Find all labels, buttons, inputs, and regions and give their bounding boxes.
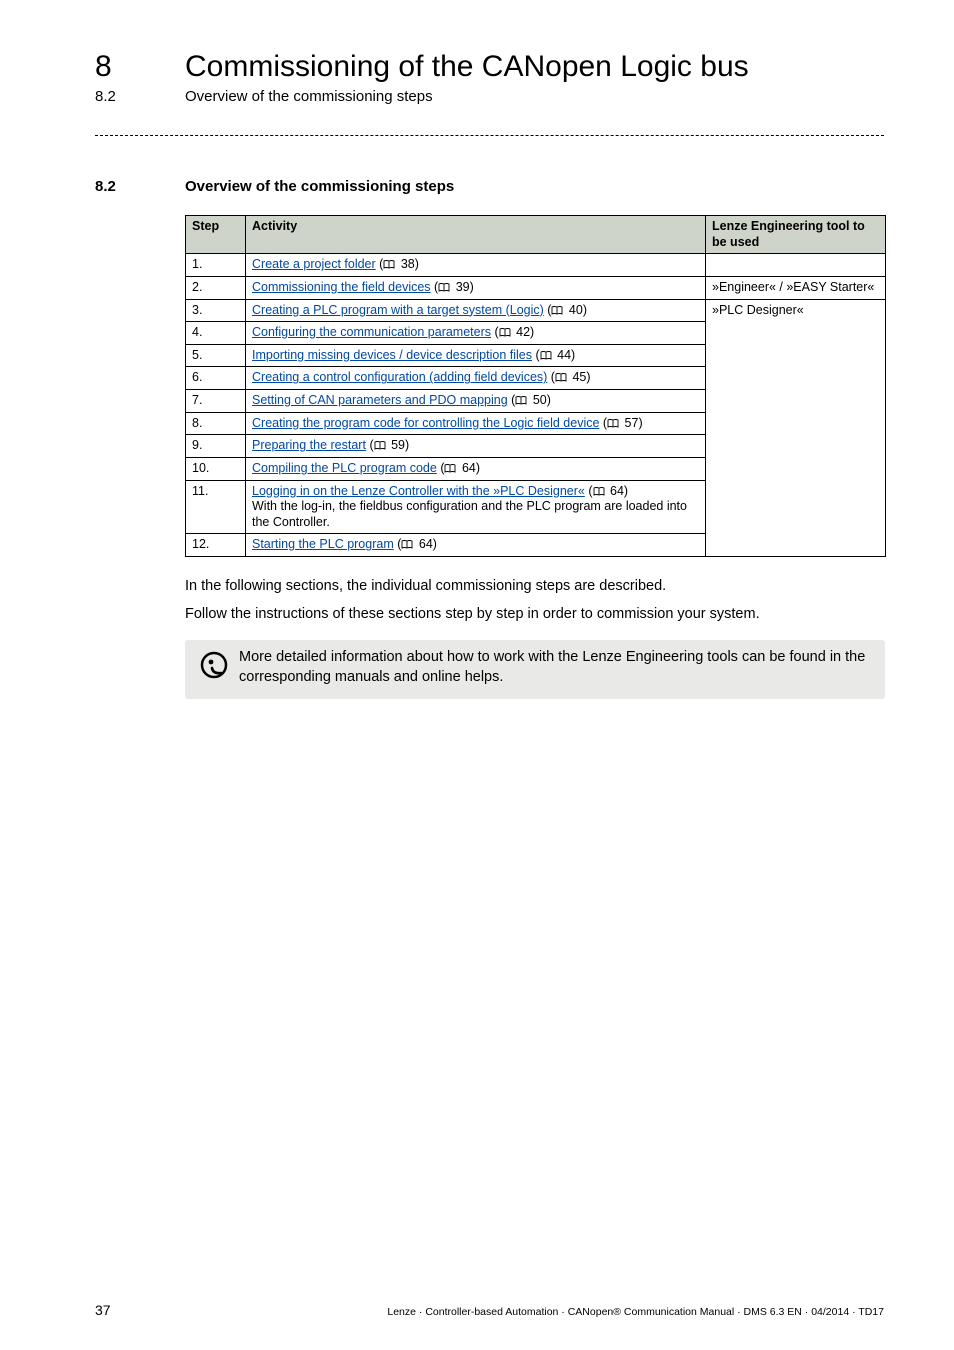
cell-activity: Importing missing devices / device descr…: [246, 344, 706, 367]
activity-link[interactable]: Create a project folder: [252, 257, 376, 271]
book-icon: [383, 260, 395, 270]
tip-box: More detailed information about how to w…: [185, 640, 885, 699]
page-ref: ( 50): [511, 393, 551, 407]
book-icon: [515, 396, 527, 406]
cell-step: 9.: [186, 435, 246, 458]
cell-activity: Commissioning the field devices ( 39): [246, 276, 706, 299]
cell-step: 4.: [186, 322, 246, 345]
page-footer: 37 Lenze · Controller-based Automation ·…: [95, 1302, 884, 1318]
th-step: Step: [186, 216, 246, 254]
cell-tool: [706, 254, 886, 277]
sub-number: 8.2: [95, 88, 185, 105]
cell-activity: Compiling the PLC program code ( 64): [246, 457, 706, 480]
page-ref: ( 64): [440, 461, 480, 475]
cell-step: 12.: [186, 534, 246, 557]
table-header-row: Step Activity Lenze Engineering tool to …: [186, 216, 886, 254]
activity-link[interactable]: Creating the program code for controllin…: [252, 416, 599, 430]
book-icon: [401, 540, 413, 550]
page-ref: ( 57): [603, 416, 643, 430]
page-ref: ( 64): [588, 484, 628, 498]
book-icon: [438, 283, 450, 293]
section-number: 8.2: [95, 178, 185, 195]
chapter-title: Commissioning of the CANopen Logic bus: [185, 50, 749, 84]
table-row: 2.Commissioning the field devices ( 39)»…: [186, 276, 886, 299]
activity-link[interactable]: Starting the PLC program: [252, 537, 394, 551]
table-row: 3. Creating a PLC program with a target s…: [186, 299, 886, 322]
activity-link[interactable]: Creating a PLC program with a target sys…: [252, 303, 544, 317]
book-icon: [551, 306, 563, 316]
section-title: Overview of the commissioning steps: [185, 178, 454, 195]
cell-activity: Setting of CAN parameters and PDO mappin…: [246, 390, 706, 413]
book-icon: [555, 373, 567, 383]
page-ref: ( 40): [547, 303, 587, 317]
cell-step: 5.: [186, 344, 246, 367]
page-ref: ( 44): [535, 348, 575, 362]
tip-icon: [199, 648, 239, 687]
book-icon: [374, 441, 386, 451]
divider: [95, 135, 884, 136]
th-activity: Activity: [246, 216, 706, 254]
cell-activity: Logging in on the Lenze Controller with …: [246, 480, 706, 534]
cell-step: 6.: [186, 367, 246, 390]
cell-activity: Preparing the restart ( 59): [246, 435, 706, 458]
cell-step: 1.: [186, 254, 246, 277]
page-ref: ( 42): [495, 325, 535, 339]
page-ref: ( 45): [551, 370, 591, 384]
body-paragraph-2: Follow the instructions of these section…: [185, 605, 884, 625]
activity-link[interactable]: Configuring the communication parameters: [252, 325, 491, 339]
cell-activity: Creating a PLC program with a target sys…: [246, 299, 706, 322]
cell-step: 8.: [186, 412, 246, 435]
cell-activity: Create a project folder ( 38): [246, 254, 706, 277]
activity-extra: With the log-in, the fieldbus configurat…: [252, 499, 687, 529]
book-icon: [540, 351, 552, 361]
activity-link[interactable]: Setting of CAN parameters and PDO mappin…: [252, 393, 508, 407]
chapter-subheader: 8.2 Overview of the commissioning steps: [95, 88, 884, 105]
cell-tool: »PLC Designer«: [706, 299, 886, 557]
chapter-number: 8: [95, 50, 185, 84]
activity-link[interactable]: Commissioning the field devices: [252, 280, 431, 294]
cell-step: 2.: [186, 276, 246, 299]
tip-text: More detailed information about how to w…: [239, 648, 871, 687]
cell-step: 3.: [186, 299, 246, 322]
commissioning-steps-table: Step Activity Lenze Engineering tool to …: [185, 215, 886, 557]
footer-line: Lenze · Controller-based Automation · CA…: [387, 1306, 884, 1318]
body-paragraph-1: In the following sections, the individua…: [185, 577, 884, 597]
cell-tool: »Engineer« / »EASY Starter«: [706, 276, 886, 299]
cell-activity: Configuring the communication parameters…: [246, 322, 706, 345]
activity-link[interactable]: Compiling the PLC program code: [252, 461, 437, 475]
book-icon: [593, 487, 605, 497]
table-row: 1.Create a project folder ( 38): [186, 254, 886, 277]
sub-title: Overview of the commissioning steps: [185, 88, 433, 105]
activity-link[interactable]: Creating a control configuration (adding…: [252, 370, 547, 384]
book-icon: [499, 328, 511, 338]
cell-activity: Starting the PLC program ( 64): [246, 534, 706, 557]
page-ref: ( 39): [434, 280, 474, 294]
page-number: 37: [95, 1302, 111, 1318]
page-ref: ( 59): [369, 438, 409, 452]
activity-link[interactable]: Logging in on the Lenze Controller with …: [252, 484, 585, 498]
section-heading: 8.2 Overview of the commissioning steps: [95, 178, 884, 195]
book-icon: [444, 464, 456, 474]
cell-step: 10.: [186, 457, 246, 480]
page-ref: ( 38): [379, 257, 419, 271]
page-ref: ( 64): [397, 537, 437, 551]
book-icon: [607, 419, 619, 429]
th-tool: Lenze Engineering tool to be used: [706, 216, 886, 254]
activity-link[interactable]: Importing missing devices / device descr…: [252, 348, 532, 362]
cell-step: 7.: [186, 390, 246, 413]
cell-activity: Creating the program code for controllin…: [246, 412, 706, 435]
chapter-header: 8 Commissioning of the CANopen Logic bus: [95, 50, 884, 84]
cell-activity: Creating a control configuration (adding…: [246, 367, 706, 390]
activity-link[interactable]: Preparing the restart: [252, 438, 366, 452]
cell-step: 11.: [186, 480, 246, 534]
